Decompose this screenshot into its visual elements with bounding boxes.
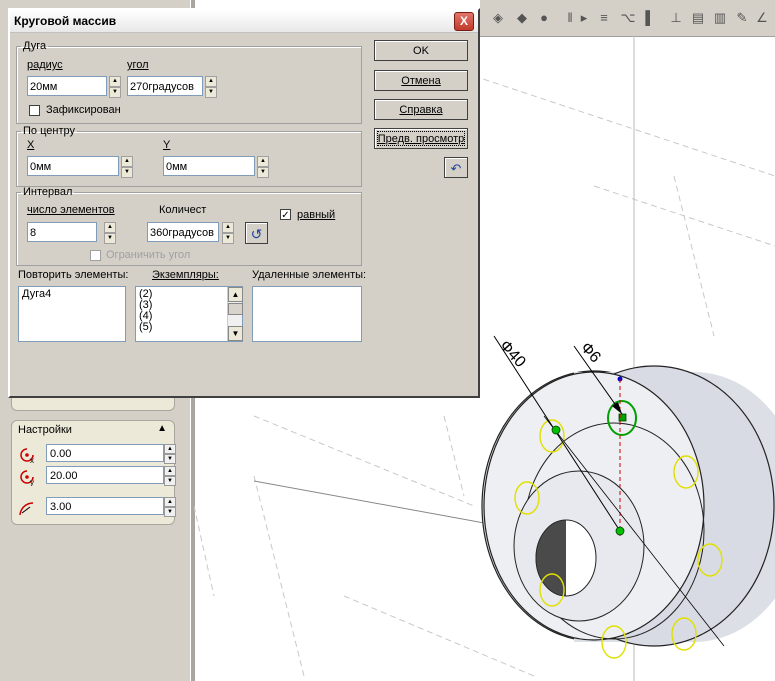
angle-label: угол: [127, 59, 149, 71]
point-x-icon: x: [20, 448, 34, 464]
interval-group-title: Интервал: [23, 186, 73, 198]
dimension-diameter-small[interactable]: Ф6: [577, 339, 604, 366]
scroll-down-icon[interactable]: ▼: [228, 326, 243, 341]
settings-radius-input[interactable]: 3.00: [46, 497, 164, 515]
circular-pattern-dialog: Круговой массив X Дуга радиус 20мм ▲ ▼ уг…: [8, 8, 480, 398]
settings-y-input[interactable]: 20.00: [46, 466, 164, 484]
cancel-button[interactable]: Отмена: [374, 70, 468, 91]
shaded-view-icon[interactable]: ◆: [514, 10, 530, 26]
rebuild-icon[interactable]: ⌥: [620, 10, 636, 26]
equal-checkbox[interactable]: ✓: [280, 209, 291, 221]
settings-x-spinner[interactable]: ▲ ▼: [164, 444, 176, 464]
list-item[interactable]: (4): [139, 311, 239, 322]
settings-row-y: y 20.00 ▲ ▼: [16, 466, 176, 486]
deleted-elements-list[interactable]: [252, 286, 362, 342]
angle-spinner[interactable]: ▲ ▼: [205, 76, 217, 98]
collapsed-panel: [11, 398, 175, 411]
settings-x-input[interactable]: 0.00: [46, 444, 164, 462]
bar-icon[interactable]: ▌: [642, 10, 658, 26]
settings-row-radius: 3.00 ▲ ▼: [16, 497, 176, 517]
element-count-input[interactable]: 8: [27, 222, 97, 242]
center-x-input[interactable]: 0мм: [27, 156, 119, 176]
print-icon[interactable]: ▤: [690, 10, 706, 26]
point-y-icon: y: [20, 470, 34, 486]
deleted-elements-label: Удаленные элементы:: [252, 269, 367, 281]
cube-icon[interactable]: ◈: [490, 10, 506, 26]
scroll-thumb[interactable]: [228, 303, 243, 315]
svg-text:y: y: [30, 478, 34, 486]
fixed-label: Зафиксирован: [46, 104, 121, 116]
center-y-input[interactable]: 0мм: [163, 156, 255, 176]
ok-button[interactable]: OK: [374, 40, 468, 61]
radius-input[interactable]: 20мм: [27, 76, 107, 96]
y-label: Y: [163, 139, 171, 151]
dialog-title: Круговой массив: [14, 14, 117, 28]
instances-label: Экземпляры:: [152, 269, 219, 281]
repeat-elements-list[interactable]: Дуга4: [18, 286, 126, 342]
settings-radius-spinner[interactable]: ▲ ▼: [164, 497, 176, 517]
center-x-spinner[interactable]: ▲ ▼: [121, 156, 133, 178]
list-item[interactable]: Дуга4: [22, 289, 122, 300]
list-item[interactable]: (5): [139, 322, 239, 333]
settings-row-x: x 0.00 ▲ ▼: [16, 444, 176, 464]
equal-label: равный: [297, 209, 336, 221]
x-label: X: [27, 139, 35, 151]
center-group-title: По центру: [23, 125, 75, 137]
arc-group-title: Дуга: [23, 40, 47, 52]
close-button[interactable]: X: [454, 12, 474, 31]
dimension-diameter-large[interactable]: Ф40: [496, 337, 529, 371]
measure-icon[interactable]: ∠: [754, 10, 770, 26]
svg-text:x: x: [30, 456, 34, 464]
list-item[interactable]: (2): [139, 289, 239, 300]
radius-arc-icon: [19, 502, 34, 516]
amount-input[interactable]: 360градусов: [147, 222, 219, 242]
settings-title: Настройки: [18, 424, 72, 436]
play-icon[interactable]: ▸: [576, 10, 592, 26]
center-y-spinner[interactable]: ▲ ▼: [257, 156, 269, 178]
undo-icon[interactable]: ↶: [444, 157, 468, 178]
dialog-titlebar[interactable]: Круговой массив X: [10, 10, 478, 33]
amount-label: Количест: [159, 204, 207, 216]
sphere-icon[interactable]: ●: [536, 10, 552, 26]
element-count-label: число элементов: [27, 204, 115, 216]
settings-y-spinner[interactable]: ▲ ▼: [164, 466, 176, 486]
help-button[interactable]: Справка: [374, 99, 468, 120]
limit-angle-label: Ограничить угол: [106, 249, 191, 261]
instances-scrollbar[interactable]: ▲ ▼: [227, 287, 243, 341]
element-count-spinner[interactable]: ▲ ▼: [104, 222, 116, 244]
pen-icon[interactable]: ✎: [734, 10, 750, 26]
angle-input[interactable]: 270градусов: [127, 76, 203, 96]
settings-panel: Настройки ▲ x 0.00 ▲ ▼ y 20.00 ▲ ▼ 3.00 ▲ ▼: [11, 420, 176, 525]
fixed-checkbox[interactable]: [29, 105, 40, 116]
radius-label: радиус: [27, 59, 63, 71]
scroll-up-icon[interactable]: ▲: [228, 287, 243, 302]
layers-icon[interactable]: ≡: [596, 10, 612, 26]
amount-spinner[interactable]: ▲ ▼: [222, 222, 234, 244]
repeat-elements-label: Повторить элементы:: [18, 269, 129, 281]
radius-spinner[interactable]: ▲ ▼: [109, 76, 121, 98]
instances-list[interactable]: (2) (3) (4) (5) ▲ ▼: [135, 286, 243, 342]
dimension-icon[interactable]: ⊥: [668, 10, 684, 26]
copy-icon[interactable]: ▥: [712, 10, 728, 26]
limit-angle-checkbox[interactable]: [90, 250, 101, 261]
collapse-arrow-icon[interactable]: ▲: [157, 423, 167, 434]
reverse-direction-icon[interactable]: ↺: [245, 222, 268, 244]
list-item[interactable]: (3): [139, 300, 239, 311]
top-toolbar: ◈ ◆ ● ‖ ▸ ≡ ⌥ ▌ ⊥ ▤ ▥ ✎ ∠: [480, 0, 775, 37]
preview-button[interactable]: Предв. просмотр: [374, 128, 468, 149]
